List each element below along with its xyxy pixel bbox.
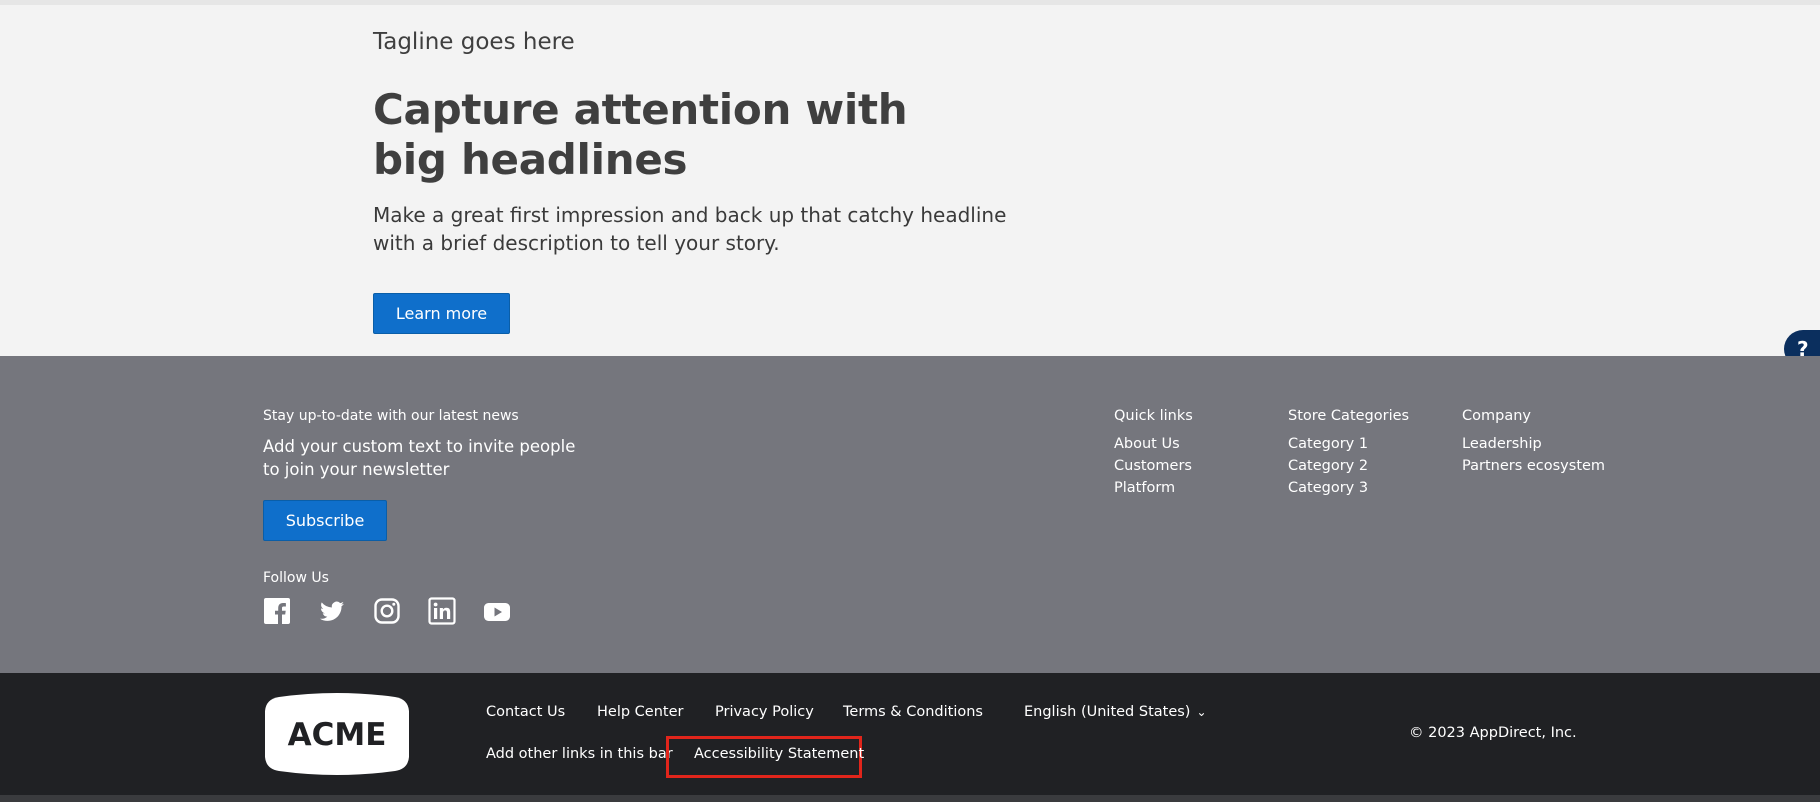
follow-us-label: Follow Us — [263, 570, 329, 586]
newsletter-text: Add your custom text to invite people to… — [263, 437, 576, 479]
footer-link-platform[interactable]: Platform — [1114, 477, 1193, 499]
contact-us-link[interactable]: Contact Us — [486, 704, 565, 720]
footer-link-category-2[interactable]: Category 2 — [1288, 455, 1409, 477]
footer-link-leadership[interactable]: Leadership — [1462, 433, 1605, 455]
footer-main: Stay up-to-date with our latest news Add… — [0, 356, 1820, 673]
bottom-bar: ACME Contact Us Help Center Privacy Poli… — [0, 673, 1820, 795]
facebook-icon[interactable] — [263, 597, 291, 625]
footer-link-category-3[interactable]: Category 3 — [1288, 477, 1409, 499]
learn-more-button[interactable]: Learn more — [373, 293, 510, 334]
column-title: Store Categories — [1288, 408, 1410, 424]
hero-description: Make a great first impression and back u… — [373, 203, 1007, 255]
chevron-down-icon: ⌄ — [1196, 705, 1207, 719]
footer-link-category-1[interactable]: Category 1 — [1288, 433, 1409, 455]
bottom-edge — [0, 795, 1820, 802]
instagram-icon[interactable] — [373, 597, 401, 625]
footer-column-quick-links: Quick links About Us Customers Platform — [1114, 408, 1193, 499]
terms-conditions-link[interactable]: Terms & Conditions — [843, 704, 983, 720]
footer-column-store-categories: Store Categories Category 1 Category 2 C… — [1288, 408, 1409, 499]
column-title: Company — [1462, 408, 1531, 424]
copyright-text: © 2023 AppDirect, Inc. — [1409, 725, 1577, 741]
linkedin-icon[interactable] — [428, 597, 456, 625]
footer-column-company: Company Leadership Partners ecosystem — [1462, 408, 1605, 477]
subscribe-button[interactable]: Subscribe — [263, 500, 387, 541]
column-title: Quick links — [1114, 408, 1193, 424]
language-selector[interactable]: English (United States) ⌄ — [1024, 704, 1207, 720]
hero-headline: Capture attention with big headlines — [373, 85, 908, 184]
newsletter-small-label: Stay up-to-date with our latest news — [263, 408, 519, 424]
logo-text: ACME — [288, 717, 387, 753]
twitter-icon[interactable] — [318, 597, 346, 625]
acme-logo[interactable]: ACME — [263, 693, 411, 775]
help-center-link[interactable]: Help Center — [597, 704, 683, 720]
hero-section: Tagline goes here Capture attention with… — [0, 5, 1820, 368]
privacy-policy-link[interactable]: Privacy Policy — [715, 704, 814, 720]
language-label: English (United States) — [1024, 704, 1191, 720]
footer-link-customers[interactable]: Customers — [1114, 455, 1193, 477]
hero-tagline: Tagline goes here — [373, 29, 575, 55]
youtube-icon[interactable] — [483, 597, 511, 625]
footer-link-about-us[interactable]: About Us — [1114, 433, 1193, 455]
accessibility-statement-link[interactable]: Accessibility Statement — [694, 746, 864, 762]
footer-link-partners-ecosystem[interactable]: Partners ecosystem — [1462, 455, 1605, 477]
add-other-links-link[interactable]: Add other links in this bar — [486, 746, 673, 762]
